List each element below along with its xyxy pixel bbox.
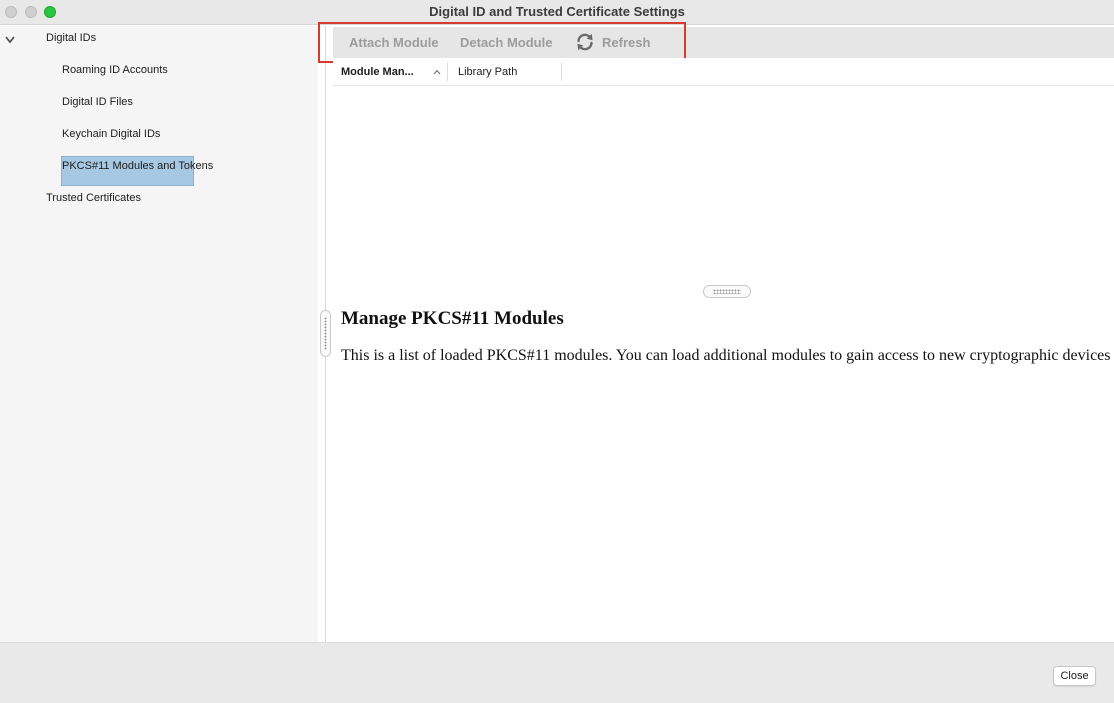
refresh-button[interactable]: Refresh (602, 35, 650, 50)
toolbar: Attach Module Detach Module Refresh (333, 27, 1114, 58)
sidebar-item-trusted-certificates[interactable]: Trusted Certificates (46, 192, 141, 204)
close-button[interactable]: Close (1053, 666, 1096, 686)
horizontal-splitter-handle[interactable] (703, 285, 751, 298)
detach-module-button[interactable]: Detach Module (460, 35, 552, 50)
window-title: Digital ID and Trusted Certificate Setti… (429, 4, 685, 19)
vertical-splitter-handle[interactable] (320, 310, 331, 357)
table-header: Module Man... Library Path (333, 58, 1114, 86)
column-header-library-path[interactable]: Library Path (458, 66, 517, 78)
title-bar: Digital ID and Trusted Certificate Setti… (0, 0, 1114, 25)
column-header-module-manufacturer[interactable]: Module Man... (341, 66, 414, 78)
sidebar: Digital IDs Roaming ID Accounts Digital … (0, 26, 318, 642)
footer: Close (0, 642, 1114, 703)
column-divider[interactable] (561, 63, 562, 81)
description-body: This is a list of loaded PKCS#11 modules… (341, 347, 1111, 364)
sidebar-item-pkcs11-modules[interactable]: PKCS#11 Modules and Tokens (61, 156, 213, 186)
refresh-icon[interactable] (574, 31, 596, 53)
column-divider[interactable] (447, 63, 448, 81)
sidebar-item-roaming-id-accounts[interactable]: Roaming ID Accounts (62, 64, 168, 76)
chevron-down-icon[interactable] (3, 34, 17, 46)
description-title: Manage PKCS#11 Modules (341, 308, 564, 329)
sidebar-item-digital-id-files[interactable]: Digital ID Files (62, 96, 133, 108)
sidebar-item-digital-ids[interactable]: Digital IDs (46, 32, 96, 44)
sidebar-item-label: PKCS#11 Modules and Tokens (62, 160, 214, 172)
module-list[interactable] (333, 87, 1114, 283)
sort-ascending-icon (433, 69, 441, 75)
sidebar-item-keychain-digital-ids[interactable]: Keychain Digital IDs (62, 128, 160, 140)
attach-module-button[interactable]: Attach Module (349, 35, 439, 50)
